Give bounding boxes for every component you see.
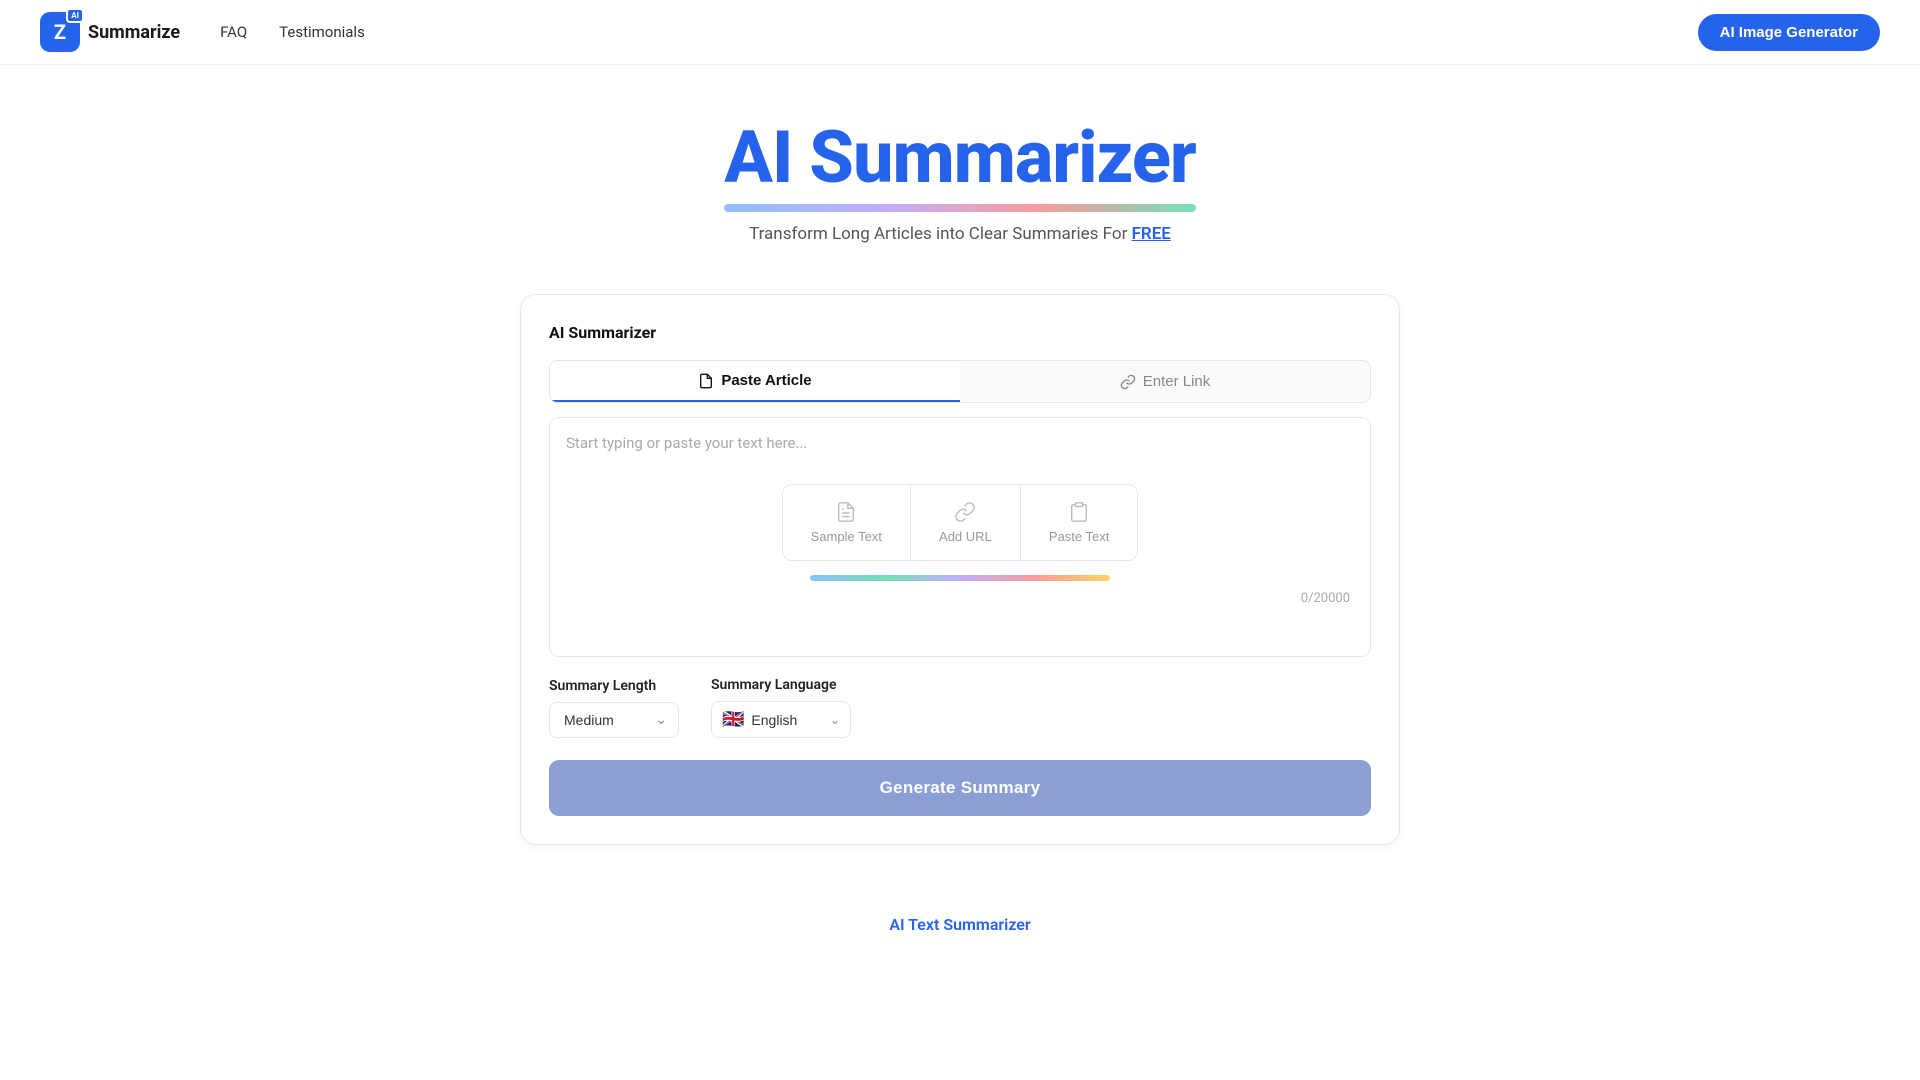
navbar: Z AI Summarize FAQ Testimonials AI Image…	[0, 0, 1920, 65]
summary-language-group: Summary Language 🇬🇧 English Spanish Fren…	[711, 677, 851, 738]
summary-length-select[interactable]: Short Medium Long	[549, 702, 679, 738]
hero-title: AI Summarizer	[724, 115, 1195, 200]
summary-language-select-wrap[interactable]: 🇬🇧 English Spanish French German Arabic …	[711, 701, 851, 738]
paste-text-button[interactable]: Paste Text	[1021, 485, 1137, 560]
logo[interactable]: Z AI Summarize	[40, 12, 180, 52]
summary-language-select[interactable]: English Spanish French German Arabic	[751, 712, 823, 728]
tab-enter-link[interactable]: Enter Link	[960, 361, 1370, 402]
bottom-section: AI Text Summarizer	[0, 875, 1920, 954]
summary-length-group: Summary Length Short Medium Long	[549, 678, 679, 738]
logo-icon: Z AI	[40, 12, 80, 52]
textarea-placeholder: Start typing or paste your text here...	[566, 434, 807, 452]
logo-badge: AI	[66, 8, 84, 23]
summary-length-label: Summary Length	[549, 678, 679, 694]
text-input-area[interactable]: Start typing or paste your text here... …	[549, 417, 1371, 657]
char-count: 0/20000	[566, 591, 1354, 606]
card-title: AI Summarizer	[549, 323, 1371, 342]
summarizer-card: AI Summarizer Paste Article Enter Link S…	[520, 294, 1400, 845]
sample-text-icon	[835, 501, 857, 523]
hero-subtitle: Transform Long Articles into Clear Summa…	[20, 224, 1900, 244]
hero-section: AI Summarizer Transform Long Articles in…	[0, 65, 1920, 264]
nav-faq[interactable]: FAQ	[220, 23, 247, 41]
paste-text-icon	[1068, 501, 1090, 523]
ai-image-generator-button[interactable]: AI Image Generator	[1698, 14, 1880, 51]
sample-text-button[interactable]: Sample Text	[783, 485, 911, 560]
add-url-button[interactable]: Add URL	[911, 485, 1021, 560]
language-flag: 🇬🇧	[722, 709, 744, 730]
add-url-icon	[954, 501, 976, 523]
generate-summary-button[interactable]: Generate Summary	[549, 760, 1371, 816]
nav-testimonials[interactable]: Testimonials	[279, 23, 365, 41]
tab-bar: Paste Article Enter Link	[549, 360, 1371, 403]
nav-right: AI Image Generator	[1698, 14, 1880, 51]
nav-links: FAQ Testimonials	[220, 23, 1698, 41]
rainbow-bar	[810, 575, 1110, 581]
summary-language-label: Summary Language	[711, 677, 851, 693]
hero-free-link[interactable]: FREE	[1132, 224, 1171, 244]
logo-name: Summarize	[88, 22, 180, 43]
link-icon	[1120, 374, 1136, 390]
summary-length-select-wrap[interactable]: Short Medium Long	[549, 702, 679, 738]
bottom-link[interactable]: AI Text Summarizer	[889, 915, 1030, 934]
doc-icon	[698, 373, 714, 389]
logo-letter: Z	[54, 20, 66, 44]
hero-underline	[724, 204, 1195, 212]
input-actions: Sample Text Add URL Paste Text	[782, 484, 1139, 561]
controls-row: Summary Length Short Medium Long Summary…	[549, 677, 1371, 738]
tab-paste-article[interactable]: Paste Article	[550, 361, 960, 402]
language-arrow-icon: ⌄	[830, 713, 840, 727]
